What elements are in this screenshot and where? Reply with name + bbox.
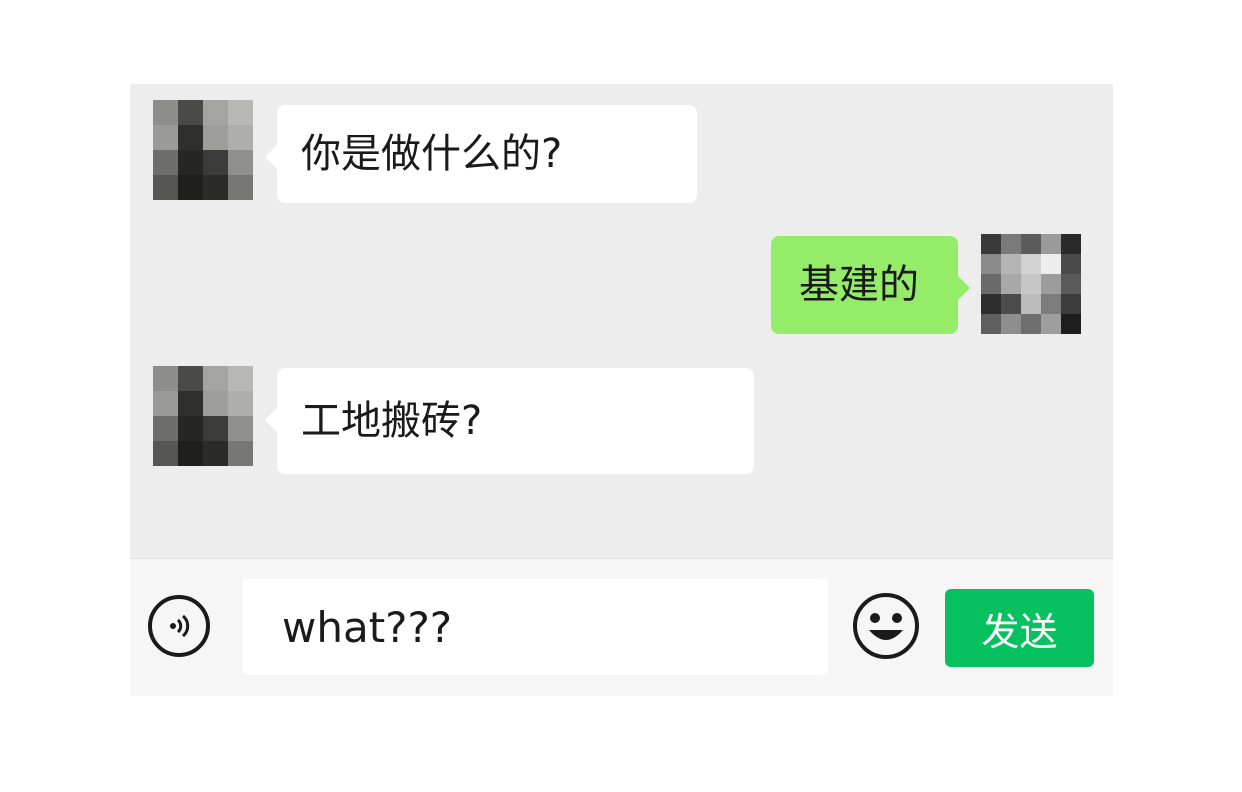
voice-input-icon — [170, 614, 190, 638]
send-button-label: 发送 — [981, 611, 1058, 654]
message-text: 基建的 — [799, 262, 919, 308]
message-bubble[interactable]: 你是做什么的? — [265, 105, 697, 203]
send-button[interactable]: 发送 — [945, 589, 1094, 667]
emoji-smile-icon[interactable] — [852, 592, 920, 660]
pixelated-avatar-icon[interactable] — [153, 366, 253, 466]
message-input[interactable]: what??? — [242, 579, 828, 675]
pixelated-avatar-icon[interactable] — [153, 100, 253, 200]
message-text: 工地搬砖? — [301, 398, 483, 444]
message-list[interactable]: 你是做什么的? 基建的 工地搬砖? — [130, 84, 1113, 558]
message-bubble[interactable]: 工地搬砖? — [265, 368, 754, 474]
input-bar: what??? 发送 — [130, 558, 1113, 696]
pixelated-avatar-icon[interactable] — [981, 234, 1081, 334]
message-input-value: what??? — [282, 602, 453, 652]
chat-window: 你是做什么的? 基建的 工地搬砖? what??? 发送 — [130, 84, 1113, 696]
message-bubble[interactable]: 基建的 — [771, 236, 970, 334]
message-text: 你是做什么的? — [301, 131, 563, 177]
voice-input-button[interactable] — [148, 595, 210, 657]
